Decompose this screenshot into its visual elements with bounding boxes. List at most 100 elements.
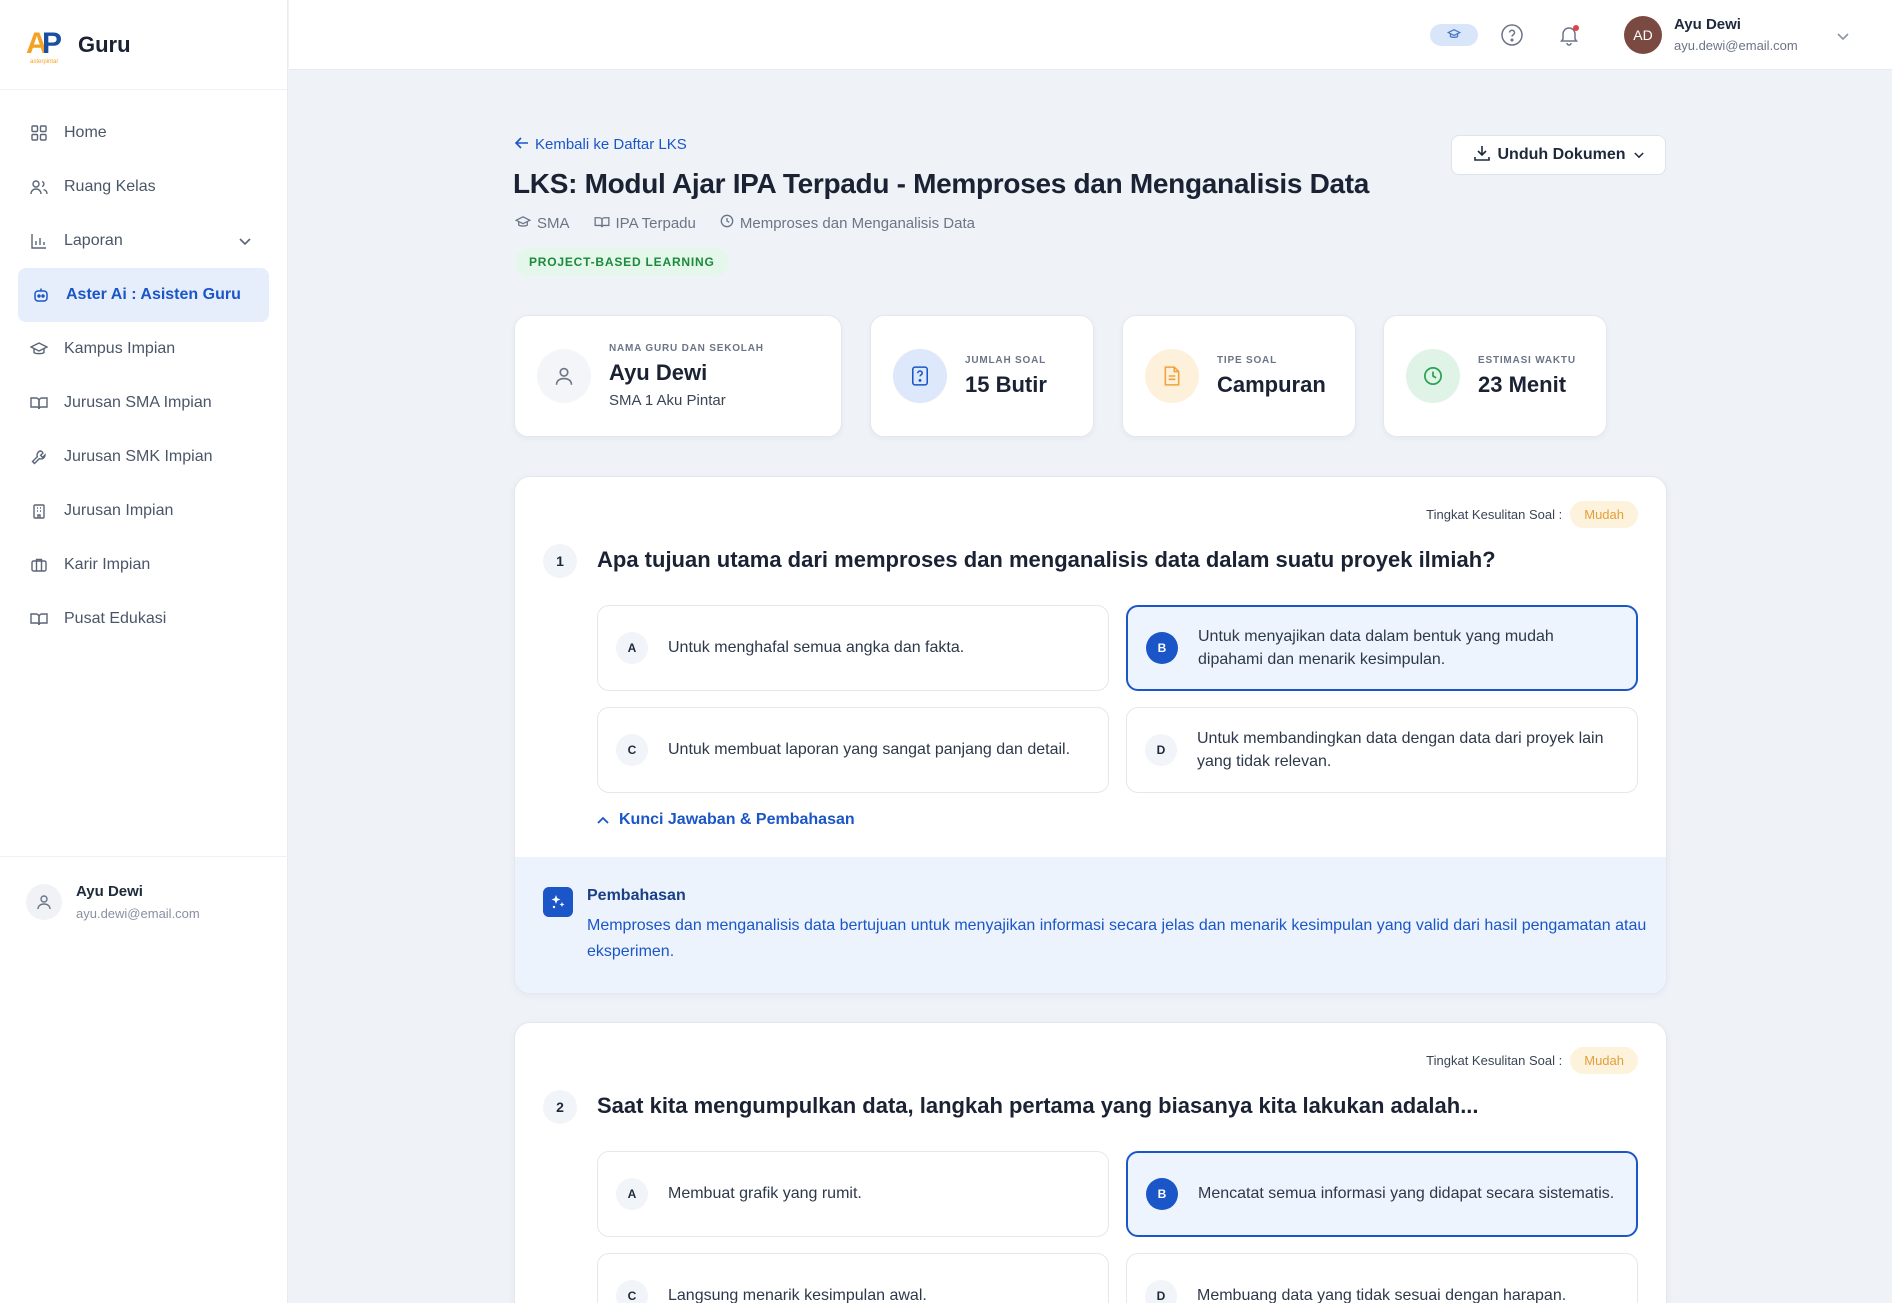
meta-level: SMA bbox=[514, 214, 570, 232]
meta-level-text: SMA bbox=[537, 214, 570, 232]
option-text: Untuk membandingkan data dengan data dar… bbox=[1197, 729, 1604, 770]
option-b[interactable]: B Untuk menyajikan data dalam bentuk yan… bbox=[1126, 605, 1638, 691]
option-text: Untuk membuat laporan yang sangat panjan… bbox=[668, 741, 1071, 759]
option-c[interactable]: C Untuk membuat laporan yang sangat panj… bbox=[597, 707, 1109, 793]
meta-subject-text: IPA Terpadu bbox=[615, 214, 696, 232]
option-letter: D bbox=[1145, 734, 1177, 766]
option-d[interactable]: D Untuk membandingkan data dengan data d… bbox=[1126, 707, 1638, 793]
stat-label: TIPE SOAL bbox=[1217, 354, 1277, 366]
sidebar-item-label: Karir Impian bbox=[64, 556, 151, 573]
method-badge: PROJECT-BASED LEARNING bbox=[515, 248, 729, 276]
graduation-cap-icon bbox=[514, 215, 532, 232]
option-text: Membuat grafik yang rumit. bbox=[668, 1185, 862, 1203]
option-letter: C bbox=[616, 1280, 648, 1303]
sidebar-user-name: Ayu Dewi bbox=[76, 882, 143, 900]
book-open-icon bbox=[594, 215, 610, 232]
option-text: Untuk menyajikan data dalam bentuk yang … bbox=[1198, 627, 1554, 668]
difficulty-badge: Mudah bbox=[1570, 501, 1638, 528]
sidebar-item-laporan[interactable]: Laporan bbox=[0, 214, 287, 268]
sidebar-item-label: Jurusan SMA Impian bbox=[64, 394, 212, 411]
avatar[interactable]: AD bbox=[1624, 16, 1662, 54]
option-b[interactable]: B Mencatat semua informasi yang didapat … bbox=[1126, 1151, 1638, 1237]
option-c[interactable]: C Langsung menarik kesimpulan awal. bbox=[597, 1253, 1109, 1303]
page-title: LKS: Modul Ajar IPA Terpadu - Memproses … bbox=[513, 168, 1370, 199]
back-link[interactable]: Kembali ke Daftar LKS bbox=[514, 136, 687, 153]
clock-icon bbox=[720, 214, 734, 232]
notification-dot bbox=[1573, 25, 1579, 31]
option-text: Langsung menarik kesimpulan awal. bbox=[668, 1287, 927, 1303]
robot-icon bbox=[32, 286, 50, 304]
download-icon bbox=[1473, 145, 1490, 166]
sidebar-item-pusat-edukasi[interactable]: Pusat Edukasi bbox=[0, 592, 287, 646]
chevron-down-icon bbox=[239, 233, 251, 251]
user-icon bbox=[26, 883, 62, 920]
logo[interactable]: A P asterpintar Guru bbox=[0, 0, 287, 90]
option-letter: C bbox=[616, 734, 648, 766]
topbar-user-name[interactable]: Ayu Dewi bbox=[1674, 16, 1741, 33]
chevron-up-icon bbox=[597, 811, 609, 829]
option-letter: B bbox=[1146, 632, 1178, 664]
sidebar-item-ruang-kelas[interactable]: Ruang Kelas bbox=[0, 160, 287, 214]
sidebar-item-label: Jurusan SMK Impian bbox=[64, 448, 213, 465]
stat-card-teacher: NAMA GURU DAN SEKOLAH Ayu Dewi SMA 1 Aku… bbox=[514, 315, 842, 437]
sidebar-item-jurusan-impian[interactable]: Jurusan Impian bbox=[0, 484, 287, 538]
mode-toggle[interactable] bbox=[1430, 24, 1478, 46]
users-icon bbox=[30, 178, 48, 196]
difficulty-label: Tingkat Kesulitan Soal : bbox=[1426, 1053, 1563, 1068]
question-number: 2 bbox=[543, 1090, 577, 1124]
clock-icon bbox=[1406, 349, 1460, 403]
sidebar-item-karir-impian[interactable]: Karir Impian bbox=[0, 538, 287, 592]
help-icon[interactable] bbox=[1500, 23, 1524, 47]
sidebar-item-jurusan-sma[interactable]: Jurusan SMA Impian bbox=[0, 376, 287, 430]
sidebar-item-label: Aster Ai : Asisten Guru bbox=[66, 286, 241, 303]
page-meta: SMA IPA Terpadu Memproses dan Menganalis… bbox=[514, 214, 975, 232]
stat-value: 23 Menit bbox=[1478, 371, 1567, 397]
sidebar-item-jurusan-smk[interactable]: Jurusan SMK Impian bbox=[0, 430, 287, 484]
sidebar-item-label: Jurusan Impian bbox=[64, 502, 174, 519]
meta-subject: IPA Terpadu bbox=[594, 214, 696, 232]
stat-sub: SMA 1 Aku Pintar bbox=[609, 392, 726, 409]
difficulty: Tingkat Kesulitan Soal : Mudah bbox=[1426, 501, 1638, 528]
sidebar-item-kampus-impian[interactable]: Kampus Impian bbox=[0, 322, 287, 376]
graduation-cap-icon bbox=[30, 340, 48, 358]
arrow-left-icon bbox=[514, 136, 529, 153]
explanation-text: Memproses dan menganalisis data bertujua… bbox=[587, 917, 1647, 960]
logo-mark: A P asterpintar bbox=[26, 25, 70, 65]
sidebar-user[interactable]: Ayu Dewi ayu.dewi@email.com bbox=[0, 856, 288, 946]
chevron-down-icon bbox=[1633, 146, 1644, 164]
download-button-label: Unduh Dokumen bbox=[1497, 146, 1626, 163]
difficulty-badge: Mudah bbox=[1570, 1047, 1638, 1074]
wrench-icon bbox=[30, 448, 48, 466]
file-text-icon bbox=[1145, 349, 1199, 403]
explanation-title: Pembahasan bbox=[587, 887, 686, 904]
sidebar-item-aster-ai[interactable]: Aster Ai : Asisten Guru bbox=[18, 268, 269, 322]
bar-chart-icon bbox=[30, 232, 48, 250]
explanation-panel: Pembahasan Memproses dan menganalisis da… bbox=[515, 857, 1666, 993]
sidebar-item-label: Ruang Kelas bbox=[64, 178, 156, 195]
briefcase-icon bbox=[30, 556, 48, 574]
download-button[interactable]: Unduh Dokumen bbox=[1451, 135, 1666, 175]
answer-toggle[interactable]: Kunci Jawaban & Pembahasan bbox=[597, 811, 855, 829]
sidebar-item-label: Laporan bbox=[64, 232, 123, 249]
bell-icon[interactable] bbox=[1557, 23, 1581, 47]
chevron-down-icon[interactable] bbox=[1837, 28, 1849, 46]
meta-topic: Memproses dan Menganalisis Data bbox=[720, 214, 975, 232]
logo-subtext: asterpintar bbox=[30, 58, 59, 65]
difficulty-label: Tingkat Kesulitan Soal : bbox=[1426, 507, 1563, 522]
stat-card-type: TIPE SOAL Campuran bbox=[1122, 315, 1356, 437]
stat-label: NAMA GURU DAN SEKOLAH bbox=[609, 343, 764, 354]
option-a[interactable]: A Untuk menghafal semua angka dan fakta. bbox=[597, 605, 1109, 691]
option-d[interactable]: D Membuang data yang tidak sesuai dengan… bbox=[1126, 1253, 1638, 1303]
grid-icon bbox=[30, 124, 48, 142]
option-a[interactable]: A Membuat grafik yang rumit. bbox=[597, 1151, 1109, 1237]
option-text: Mencatat semua informasi yang didapat se… bbox=[1198, 1185, 1615, 1203]
sidebar-item-home[interactable]: Home bbox=[0, 106, 287, 160]
question-card: Tingkat Kesulitan Soal : Mudah 2 Saat ki… bbox=[514, 1022, 1667, 1303]
option-text: Untuk menghafal semua angka dan fakta. bbox=[668, 639, 965, 657]
document-icon bbox=[893, 349, 947, 403]
meta-topic-text: Memproses dan Menganalisis Data bbox=[739, 214, 975, 232]
sidebar-nav: Home Ruang Kelas Laporan Aster Ai : Asis… bbox=[0, 90, 287, 646]
option-letter: B bbox=[1146, 1178, 1178, 1210]
stat-label: JUMLAH SOAL bbox=[965, 354, 1047, 366]
answer-toggle-label: Kunci Jawaban & Pembahasan bbox=[619, 811, 855, 828]
